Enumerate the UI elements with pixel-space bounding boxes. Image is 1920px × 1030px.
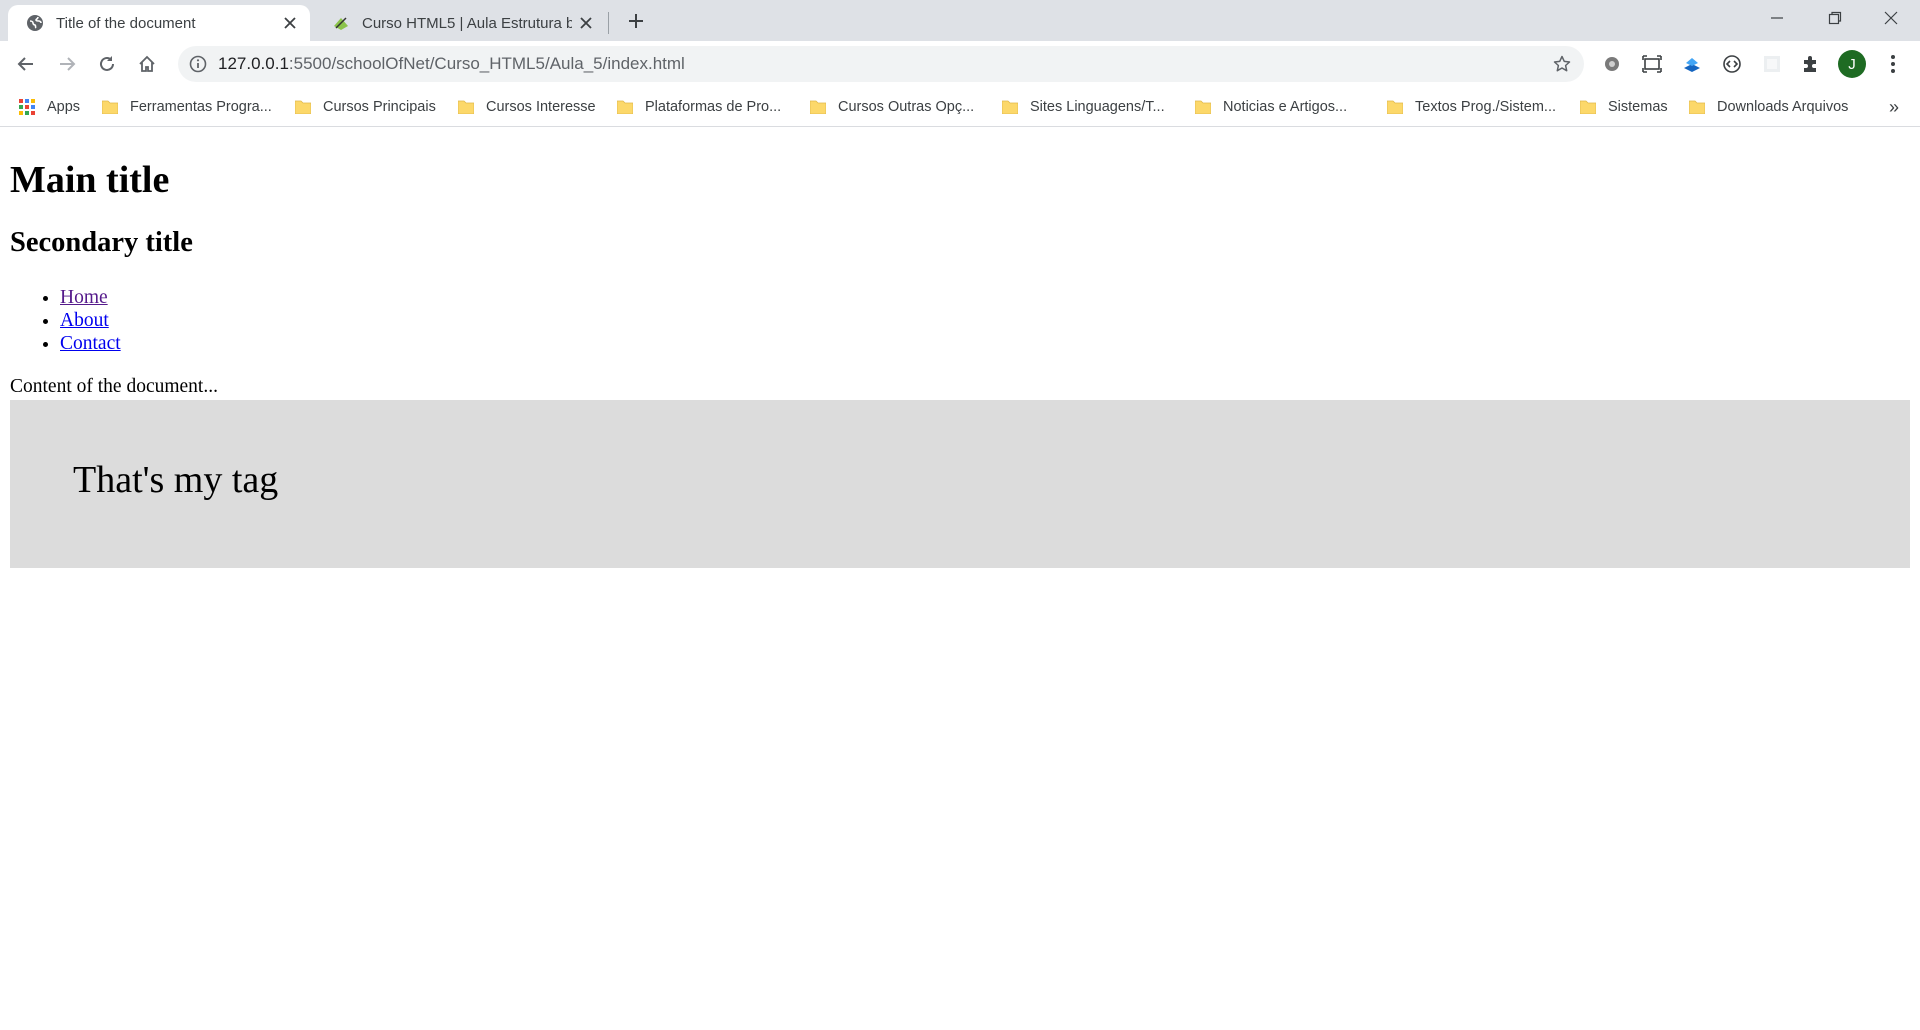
bookmark-label: Plataformas de Pro... [645,99,782,115]
close-icon[interactable] [276,9,304,37]
folder-icon [1580,100,1596,114]
extension-placeholder-icon[interactable] [1758,50,1786,78]
course-favicon-icon [332,14,350,32]
document-content: Content of the document... [10,376,218,397]
bookmark-folder[interactable]: Sites Linguagens/T... [1002,93,1165,121]
folder-icon [1387,100,1403,114]
url-host: 127.0.0.1 [218,54,289,73]
folder-icon [617,100,633,114]
bookmark-folder[interactable]: Noticias e Artigos... [1195,93,1347,121]
minimize-icon [1771,17,1783,19]
forward-button[interactable] [51,48,83,80]
folder-icon [458,100,474,114]
browser-toolbar: 127.0.0.1:5500/schoolOfNet/Curso_HTML5/A… [0,41,1920,87]
extension-gear-icon[interactable] [1598,50,1626,78]
nav-link-home[interactable]: Home [60,287,108,308]
bookmark-folder[interactable]: Cursos Principais [295,93,436,121]
extension-screenshot-icon[interactable] [1638,50,1666,78]
folder-icon [295,100,311,114]
apps-grid-icon [18,98,36,116]
bookmark-folder[interactable]: Plataformas de Pro... [617,93,781,121]
custom-tag-box: That's my tag [10,400,1910,568]
extension-blue-icon[interactable] [1678,50,1706,78]
page-viewport: Main title Secondary title Home About Co… [0,128,1920,1030]
globe-icon [26,14,44,32]
close-icon [1884,11,1898,25]
address-bar[interactable]: 127.0.0.1:5500/schoolOfNet/Curso_HTML5/A… [178,46,1584,82]
restore-button[interactable] [1806,0,1864,36]
bookmark-folder[interactable]: Textos Prog./Sistem... [1387,93,1556,121]
url-path: :5500/schoolOfNet/Curso_HTML5/Aula_5/ind… [288,54,685,73]
new-tab-button[interactable] [622,7,650,35]
tab-strip: Title of the document Curso HTML5 | Aula… [0,0,1920,41]
custom-tag-text: That's my tag [73,459,279,501]
kebab-menu-icon[interactable] [1878,49,1908,79]
plus-icon [629,14,643,28]
page-main-title: Main title [10,159,170,201]
folder-icon [102,100,118,114]
tab-title: Title of the document [56,14,196,32]
reload-button[interactable] [91,48,123,80]
bookmark-label: Ferramentas Progra... [130,99,272,115]
bookmark-label: Cursos Principais [323,99,436,115]
bookmark-apps[interactable]: Apps [18,93,80,121]
tab-document[interactable]: Title of the document [8,5,310,41]
home-icon [139,55,155,72]
page-nav-list: Home About Contact [20,286,121,355]
nav-link-contact[interactable]: Contact [60,333,121,354]
folder-icon [1195,100,1211,114]
page-secondary-title: Secondary title [10,227,193,258]
bookmark-star-icon[interactable] [1550,52,1574,76]
folder-icon [1002,100,1018,114]
tab-title: Curso HTML5 | Aula Estrutura bás [362,14,572,32]
bookmark-folder[interactable]: Sistemas [1580,93,1668,121]
arrow-right-icon [60,57,76,71]
list-item: Home [60,286,121,309]
bookmark-label: Sistemas [1608,99,1668,115]
bookmark-label: Noticias e Artigos... [1223,99,1348,115]
bookmark-label: Textos Prog./Sistem... [1415,99,1557,115]
profile-avatar[interactable]: J [1838,50,1866,78]
arrow-left-icon [17,57,33,71]
info-icon[interactable] [188,54,208,74]
folder-icon [1689,100,1705,114]
tab-separator [608,12,609,34]
list-item: Contact [60,332,121,355]
tab-curso-html5[interactable]: Curso HTML5 | Aula Estrutura bás [314,5,606,41]
back-button[interactable] [10,48,42,80]
bookmark-folder[interactable]: Ferramentas Progra... [102,93,272,121]
bookmarks-overflow-button[interactable]: » [1880,93,1908,121]
extension-code-icon[interactable] [1718,50,1746,78]
bookmark-label: Sites Linguagens/T... [1030,99,1165,115]
bookmark-folder[interactable]: Cursos Interesse [458,93,596,121]
home-button[interactable] [131,48,163,80]
extensions-puzzle-icon[interactable] [1797,50,1825,78]
bookmark-folder[interactable]: Downloads Arquivos [1689,93,1848,121]
bookmarks-bar: Apps Ferramentas Progra... Cursos Princi… [0,87,1920,127]
close-icon[interactable] [572,9,600,37]
bookmark-label: Apps [47,99,81,115]
reload-icon [100,56,114,71]
bookmark-label: Cursos Outras Opç... [838,99,975,115]
folder-icon [810,100,826,114]
restore-icon [1828,11,1842,25]
close-window-button[interactable] [1862,0,1920,36]
bookmark-label: Downloads Arquivos [1717,99,1849,115]
bookmark-folder[interactable]: Cursos Outras Opç... [810,93,974,121]
bookmark-label: Cursos Interesse [486,99,596,115]
url-text: 127.0.0.1:5500/schoolOfNet/Curso_HTML5/A… [218,54,685,74]
nav-link-about[interactable]: About [60,310,109,331]
minimize-button[interactable] [1748,0,1806,36]
list-item: About [60,309,121,332]
